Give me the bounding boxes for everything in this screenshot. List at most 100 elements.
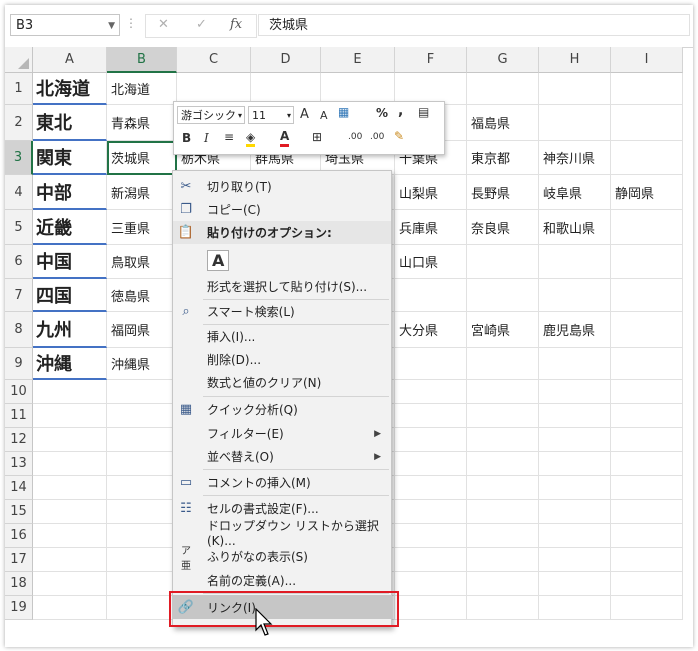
percent-style-icon[interactable]: % (376, 106, 388, 120)
grow-font-icon[interactable]: A (300, 107, 309, 122)
cell-f8[interactable]: 大分県 (395, 312, 467, 348)
cell-a13[interactable] (33, 452, 107, 476)
cell-a11[interactable] (33, 404, 107, 428)
cell-a1[interactable]: 北海道 (33, 73, 107, 105)
column-header-f[interactable]: F (395, 47, 467, 73)
insert-function-icon[interactable]: fx (230, 17, 242, 32)
cell-g11[interactable] (467, 404, 539, 428)
formula-input[interactable]: 茨城県 (258, 14, 690, 36)
cell-h14[interactable] (539, 476, 611, 500)
cell-b9[interactable]: 沖縄県 (107, 348, 177, 380)
cell-f15[interactable] (395, 500, 467, 524)
cancel-icon[interactable]: ✕ (158, 17, 169, 32)
cell-h18[interactable] (539, 572, 611, 596)
cell-h6[interactable] (539, 245, 611, 279)
cell-b7[interactable]: 徳島県 (107, 279, 177, 312)
row-header-3[interactable]: 3 (5, 141, 33, 175)
cell-b6[interactable]: 鳥取県 (107, 245, 177, 279)
menu-delete[interactable]: 削除(D)... (173, 348, 391, 371)
menu-quick-analysis[interactable]: ▦ クイック分析(Q) (173, 398, 391, 421)
cell-g3[interactable]: 東京都 (467, 141, 539, 175)
cell-i2[interactable] (611, 105, 683, 141)
cell-b14[interactable] (107, 476, 177, 500)
cell-b18[interactable] (107, 572, 177, 596)
shrink-font-icon[interactable]: A (320, 109, 328, 122)
column-header-a[interactable]: A (33, 47, 107, 73)
cell-a8[interactable]: 九州 (33, 312, 107, 348)
cell-a4[interactable]: 中部 (33, 175, 107, 210)
cell-f6[interactable]: 山口県 (395, 245, 467, 279)
cell-h17[interactable] (539, 548, 611, 572)
cell-i7[interactable] (611, 279, 683, 312)
row-header-13[interactable]: 13 (5, 452, 33, 476)
cell-g1[interactable] (467, 73, 539, 105)
cell-a5[interactable]: 近畿 (33, 210, 107, 245)
cell-g8[interactable]: 宮崎県 (467, 312, 539, 348)
row-header-9[interactable]: 9 (5, 348, 33, 380)
menu-pick-from-list[interactable]: ドロップダウン リストから選択(K)... (173, 519, 391, 548)
cell-a14[interactable] (33, 476, 107, 500)
cell-a12[interactable] (33, 428, 107, 452)
menu-clear-contents[interactable]: 数式と値のクリア(N) (173, 371, 391, 394)
cell-f17[interactable] (395, 548, 467, 572)
row-header-2[interactable]: 2 (5, 105, 33, 141)
cell-h1[interactable] (539, 73, 611, 105)
cell-a10[interactable] (33, 380, 107, 404)
cell-f10[interactable] (395, 380, 467, 404)
row-header-1[interactable]: 1 (5, 73, 33, 105)
row-header-15[interactable]: 15 (5, 500, 33, 524)
cell-b5[interactable]: 三重県 (107, 210, 177, 245)
column-header-i[interactable]: I (611, 47, 683, 73)
cell-i4[interactable]: 静岡県 (611, 175, 683, 210)
cell-g2[interactable]: 福島県 (467, 105, 539, 141)
cell-f9[interactable] (395, 348, 467, 380)
cell-b11[interactable] (107, 404, 177, 428)
menu-paste-special[interactable]: 形式を選択して貼り付け(S)... (173, 275, 391, 298)
cell-g18[interactable] (467, 572, 539, 596)
cell-a19[interactable] (33, 596, 107, 620)
cell-h2[interactable] (539, 105, 611, 141)
cell-h19[interactable] (539, 596, 611, 620)
decrease-decimal-icon[interactable]: .00 (370, 132, 384, 142)
cell-h4[interactable]: 岐阜県 (539, 175, 611, 210)
cell-i8[interactable] (611, 312, 683, 348)
row-header-8[interactable]: 8 (5, 312, 33, 348)
cell-g5[interactable]: 奈良県 (467, 210, 539, 245)
cell-f5[interactable]: 兵庫県 (395, 210, 467, 245)
row-header-4[interactable]: 4 (5, 175, 33, 210)
column-header-d[interactable]: D (251, 47, 321, 73)
cell-g7[interactable] (467, 279, 539, 312)
row-header-6[interactable]: 6 (5, 245, 33, 279)
cell-i16[interactable] (611, 524, 683, 548)
cell-g13[interactable] (467, 452, 539, 476)
cell-b19[interactable] (107, 596, 177, 620)
cell-f19[interactable] (395, 596, 467, 620)
cell-a3[interactable]: 関東 (33, 141, 107, 175)
cell-b3[interactable]: 茨城県 (107, 141, 177, 175)
cell-g4[interactable]: 長野県 (467, 175, 539, 210)
cell-i6[interactable] (611, 245, 683, 279)
column-header-e[interactable]: E (321, 47, 395, 73)
cell-i9[interactable] (611, 348, 683, 380)
cell-a6[interactable]: 中国 (33, 245, 107, 279)
font-name-box[interactable]: 游ゴシック ▾ (177, 106, 245, 124)
align-center-icon[interactable]: ≡ (224, 130, 234, 144)
select-all-button[interactable] (5, 47, 33, 73)
cell-g6[interactable] (467, 245, 539, 279)
cell-h8[interactable]: 鹿児島県 (539, 312, 611, 348)
cell-f7[interactable] (395, 279, 467, 312)
cell-h16[interactable] (539, 524, 611, 548)
cell-b15[interactable] (107, 500, 177, 524)
cell-b13[interactable] (107, 452, 177, 476)
column-header-h[interactable]: H (539, 47, 611, 73)
cell-b8[interactable]: 福岡県 (107, 312, 177, 348)
cell-h13[interactable] (539, 452, 611, 476)
cell-b4[interactable]: 新潟県 (107, 175, 177, 210)
cell-g19[interactable] (467, 596, 539, 620)
cell-a2[interactable]: 東北 (33, 105, 107, 141)
column-header-g[interactable]: G (467, 47, 539, 73)
cell-g17[interactable] (467, 548, 539, 572)
menu-paste-values[interactable]: A (173, 245, 391, 275)
cell-g14[interactable] (467, 476, 539, 500)
column-header-c[interactable]: C (177, 47, 251, 73)
